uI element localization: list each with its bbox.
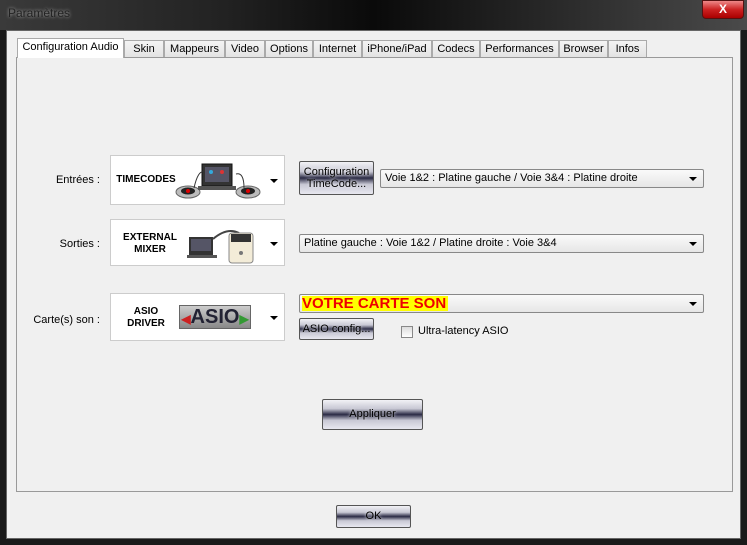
chevron-down-icon [270, 316, 278, 320]
tab-codecs[interactable]: Codecs [432, 40, 480, 57]
tab-iphone-ipad[interactable]: iPhone/iPad [362, 40, 432, 57]
inputs-routing-value: Voie 1&2 : Platine gauche / Voie 3&4 : P… [385, 172, 638, 184]
external-text: EXTERNAL [123, 232, 177, 243]
asio-logo: ◀ASIO▶ [179, 305, 251, 329]
asio-text: ASIO [133, 306, 159, 317]
external-mixer-text: EXTERNAL MIXER [115, 232, 185, 256]
outputs-routing-select[interactable]: Platine gauche : Voie 1&2 / Platine droi… [299, 234, 704, 253]
chevron-down-icon [270, 242, 278, 246]
asio-logo-text: ASIO [190, 306, 240, 328]
tab-options[interactable]: Options [265, 40, 313, 57]
ultra-latency-checkbox[interactable] [401, 326, 413, 338]
configuration-timecode-button[interactable]: Configuration TimeCode... [299, 161, 374, 195]
window-title: Paramètres [8, 6, 71, 20]
tab-skin[interactable]: Skin [124, 40, 164, 57]
timecodes-text: TIMECODES [116, 174, 176, 185]
chevron-down-icon [270, 179, 278, 183]
ultra-latency-label: Ultra-latency ASIO [418, 325, 509, 337]
outputs-label: Sorties : [59, 238, 100, 250]
tab-configuration-audio[interactable]: Configuration Audio [17, 38, 124, 58]
timecode-setup-icon [175, 163, 261, 199]
ok-button[interactable]: OK [336, 505, 411, 528]
tab-internet[interactable]: Internet [313, 40, 362, 57]
inputs-label: Entrées : [55, 174, 100, 186]
apply-button[interactable]: Appliquer [322, 399, 423, 430]
outputs-mode-selector[interactable]: EXTERNAL MIXER [110, 219, 285, 266]
chevron-down-icon [689, 177, 697, 181]
external-mixer-icon [187, 230, 254, 264]
soundcard-driver-selector[interactable]: ASIO DRIVER ◀ASIO▶ [110, 293, 285, 341]
inputs-routing-select[interactable]: Voie 1&2 : Platine gauche / Voie 3&4 : P… [380, 169, 704, 188]
tab-infos[interactable]: Infos [608, 40, 647, 57]
soundcard-label: Carte(s) son : [33, 314, 100, 326]
asio-config-button[interactable]: ASIO config... [299, 318, 374, 340]
close-button[interactable]: X [702, 0, 744, 19]
tab-mappeurs[interactable]: Mappeurs [164, 40, 225, 57]
inputs-mode-selector[interactable]: TIMECODES [110, 155, 285, 205]
chevron-down-icon [689, 302, 697, 306]
asio-driver-text: ASIO DRIVER [111, 306, 181, 330]
tab-performances[interactable]: Performances [480, 40, 559, 57]
chevron-down-icon [689, 242, 697, 246]
title-bar: Paramètres X [0, 0, 747, 30]
tab-video[interactable]: Video [225, 40, 265, 57]
soundcard-select[interactable]: VOTRE CARTE SON [299, 294, 704, 313]
outputs-routing-value: Platine gauche : Voie 1&2 / Platine droi… [304, 237, 557, 249]
soundcard-value: VOTRE CARTE SON [302, 295, 449, 312]
tab-browser[interactable]: Browser [559, 40, 608, 57]
driver-text: DRIVER [127, 318, 165, 329]
mixer-text: MIXER [134, 244, 166, 255]
